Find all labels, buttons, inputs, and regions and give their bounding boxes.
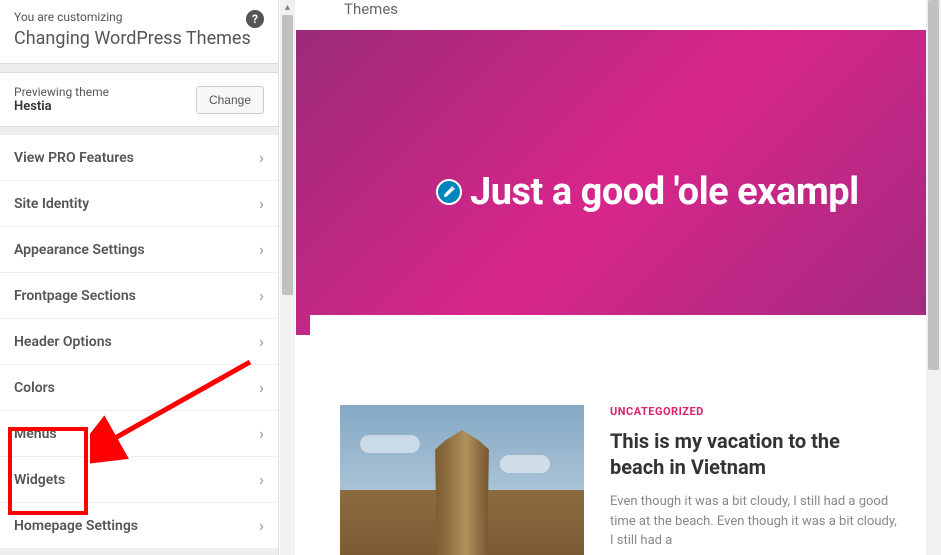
chevron-right-icon: › [259, 240, 264, 259]
hero-title: Just a good 'ole exampl [436, 170, 859, 214]
page-title: Changing WordPress Themes [14, 28, 264, 49]
sidebar-item-label: Site Identity [14, 196, 89, 212]
change-theme-button[interactable]: Change [196, 86, 264, 114]
sidebar-item-label: Widgets [14, 472, 65, 488]
sidebar-item-label: View PRO Features [14, 150, 134, 166]
preview-theme-row: Previewing theme Hestia Change [0, 72, 278, 127]
post-row: UNCATEGORIZED This is my vacation to the… [340, 405, 897, 555]
chevron-right-icon: › [259, 148, 264, 167]
post-category[interactable]: UNCATEGORIZED [610, 405, 897, 418]
decorative-cloud [500, 455, 550, 473]
sidebar-item-label: Appearance Settings [14, 242, 145, 258]
post-title[interactable]: This is my vacation to the beach in Viet… [610, 428, 897, 480]
sidebar-item-label: Frontpage Sections [14, 288, 136, 304]
edit-shortcut-icon[interactable] [436, 179, 462, 205]
chevron-right-icon: › [259, 332, 264, 351]
chevron-right-icon: › [259, 194, 264, 213]
help-icon[interactable]: ? [246, 10, 264, 28]
breadcrumb: Themes [296, 0, 941, 24]
customizer-sidebar: You are customizing ? Changing WordPress… [0, 0, 279, 555]
decorative-cloud [360, 435, 420, 453]
sidebar-item-homepage[interactable]: Homepage Settings › [0, 503, 278, 549]
sidebar-item-label: Homepage Settings [14, 518, 138, 534]
sidebar-item-colors[interactable]: Colors › [0, 365, 278, 411]
customizing-label: You are customizing [14, 10, 264, 24]
chevron-right-icon: › [259, 378, 264, 397]
sidebar-item-pro-features[interactable]: View PRO Features › [0, 135, 278, 181]
chevron-right-icon: › [259, 516, 264, 535]
sidebar-item-label: Menus [14, 426, 57, 442]
preview-theme-name: Hestia [14, 99, 109, 114]
post-excerpt: Even though it was a bit cloudy, I still… [610, 492, 897, 551]
chevron-right-icon: › [259, 424, 264, 443]
sidebar-item-frontpage[interactable]: Frontpage Sections › [0, 273, 278, 319]
sidebar-item-widgets[interactable]: Widgets › [0, 457, 278, 503]
previewing-label: Previewing theme [14, 85, 109, 99]
chevron-right-icon: › [259, 286, 264, 305]
sidebar-item-header-options[interactable]: Header Options › [0, 319, 278, 365]
post-meta: UNCATEGORIZED This is my vacation to the… [610, 405, 897, 555]
scroll-up-icon[interactable]: ▲ [280, 0, 295, 15]
content-card: UNCATEGORIZED This is my vacation to the… [310, 315, 927, 555]
live-preview-pane: Themes Just a good 'ole exampl UNCATEGOR… [296, 0, 941, 555]
hero-title-text: Just a good 'ole exampl [470, 170, 859, 214]
customizer-menu: View PRO Features › Site Identity › Appe… [0, 135, 278, 549]
sidebar-header: You are customizing ? Changing WordPress… [0, 0, 278, 64]
decorative-tower [420, 430, 504, 555]
sidebar-item-menus[interactable]: Menus › [0, 411, 278, 457]
sidebar-item-label: Header Options [14, 334, 112, 350]
hero-banner: Just a good 'ole exampl [296, 30, 941, 335]
post-thumbnail[interactable] [340, 405, 584, 555]
sidebar-item-site-identity[interactable]: Site Identity › [0, 181, 278, 227]
scrollbar-thumb[interactable] [928, 0, 939, 370]
scrollbar-thumb[interactable] [282, 15, 293, 295]
preview-scrollbar[interactable] [926, 0, 941, 555]
sidebar-item-appearance[interactable]: Appearance Settings › [0, 227, 278, 273]
sidebar-scrollbar[interactable]: ▲ [280, 0, 295, 555]
sidebar-item-label: Colors [14, 380, 55, 396]
chevron-right-icon: › [259, 470, 264, 489]
